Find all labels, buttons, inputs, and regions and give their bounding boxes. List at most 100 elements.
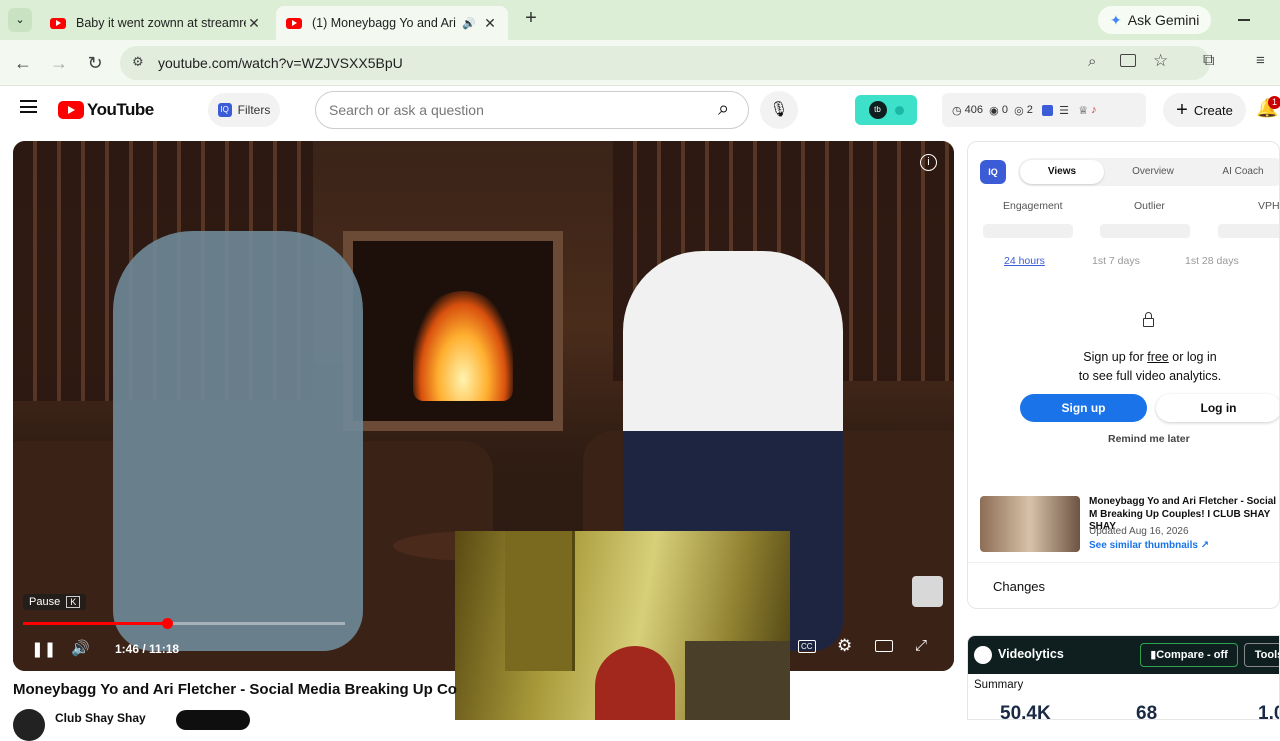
search-icon[interactable]: ⌕ [718,98,729,121]
panel-tabs: Views Overview AI Coach [1018,158,1279,186]
bookmark-star-icon[interactable]: ☆ [1153,51,1168,71]
progress-played [23,622,167,625]
summary-stat-3: 1.03 [1258,703,1279,720]
see-similar-label: See similar thumbnails [1089,540,1198,551]
summary-stat-2: 68 [1136,703,1158,720]
webcam-overlay [455,531,790,720]
compare-label: Compare - off [1156,649,1228,661]
voice-search-button[interactable]: 🎙 [760,91,798,129]
tab-moneybagg-yo[interactable]: (1) Moneybagg Yo and Ari F 🔊 ✕ [276,6,508,40]
period-28-days[interactable]: 1st 28 days [1185,255,1239,267]
search-box[interactable]: Search or ask a question ⌕ [315,91,749,129]
bell-alert-icon[interactable]: ♪ [1091,104,1097,116]
see-similar-link[interactable]: See similar thumbnails ↗ [1089,540,1209,551]
signup-free-link[interactable]: free [1147,350,1169,364]
subscribe-button[interactable] [176,710,250,730]
signup-text-b: or log in [1168,350,1217,364]
trophy-icon[interactable]: ♕ [1078,104,1088,117]
analytics-panel: IQ Views Overview AI Coach Engagement Ou… [967,141,1280,609]
list-tool-icon[interactable]: ☰ [1059,104,1069,117]
related-updated-date: Updated Aug 16, 2026 [1089,526,1189,537]
metric-vph-value [1218,224,1279,238]
fireplace [343,231,563,431]
pause-tooltip: Pause K [23,594,87,610]
install-app-icon[interactable] [1120,54,1136,67]
progress-bar[interactable] [23,618,345,629]
changes-section[interactable]: Changes [968,562,1279,608]
notification-count-badge: 1 [1268,96,1280,109]
iq-logo-icon: IQ [980,160,1006,184]
period-7-days[interactable]: 1st 7 days [1092,255,1140,267]
tab-views[interactable]: Views [1020,160,1104,184]
tab-overview[interactable]: Overview [1113,158,1193,186]
summary-stat-1: 50.4K [1000,703,1051,720]
youtube-masthead: YouTube IQ Filters Search or ask a quest… [0,86,1280,134]
zoom-icon[interactable]: ⌕ [1088,53,1096,70]
tab-search-chevron-icon[interactable]: ⌄ [8,8,32,32]
back-arrow-icon[interactable]: ← [11,51,35,75]
lock-icon [1143,318,1154,327]
pause-button[interactable]: ❚❚ [31,640,56,658]
metric-outlier-value [1100,224,1190,238]
info-icon[interactable]: i [920,154,937,171]
captions-icon[interactable]: CC [798,640,816,653]
site-info-icon[interactable]: ⚙ [132,54,144,70]
period-24-hours[interactable]: 24 hours [1004,255,1045,267]
compare-toggle-button[interactable]: ▮Compare - off [1140,643,1238,667]
speaker-icon[interactable]: 🔊 [462,17,476,30]
time-display: 1:46 / 11:18 [115,642,180,656]
extension-toggle[interactable]: tb [855,95,917,125]
youtube-wordmark: YouTube [87,100,154,119]
tools-button[interactable]: Tools [1244,643,1279,667]
views-count: 406 [964,104,984,116]
log-in-button[interactable]: Log in [1156,394,1279,422]
channel-watermark-icon[interactable] [912,576,943,607]
reload-icon[interactable]: ↻ [83,51,107,75]
hamburger-menu-icon[interactable] [20,100,37,113]
extensions-puzzle-icon[interactable]: ⧉ [1203,52,1214,70]
fullscreen-icon[interactable]: ⤢ [915,637,927,654]
tab-baby-it-went-zownn[interactable]: Baby it went zownn at streamre ✕ [40,6,272,40]
reading-list-icon[interactable]: ≡ [1256,52,1265,69]
tab-ai-coach[interactable]: AI Coach [1203,158,1279,186]
close-tab-icon[interactable]: ✕ [246,15,262,32]
videolytics-logo-icon [974,646,992,664]
filters-button[interactable]: IQ Filters [208,93,280,127]
ask-gemini-button[interactable]: ✦ Ask Gemini [1098,6,1212,34]
gemini-sparkle-icon: ✦ [1110,11,1122,28]
close-tab-icon[interactable]: ✕ [482,15,498,32]
video-title: Moneybagg Yo and Ari Fletcher - Social M… [13,681,457,698]
search-input[interactable]: Search or ask a question [329,102,484,118]
sign-up-button[interactable]: Sign up [1020,394,1147,422]
signup-message-line1: Sign up for free or log in [1040,350,1260,364]
theater-mode-icon[interactable] [875,640,893,652]
browser-toolbar: ← → ↻ ⚙ youtube.com/watch?v=WZJVSXX5BpU … [0,40,1280,86]
channel-avatar[interactable] [13,709,45,741]
address-bar[interactable]: ⚙ youtube.com/watch?v=WZJVSXX5BpU ⌕ ☆ [120,46,1210,80]
tab-title: Baby it went zownn at streamre [76,16,246,30]
ask-gemini-label: Ask Gemini [1127,12,1200,28]
minimize-window-icon[interactable] [1238,19,1250,21]
settings-gear-icon[interactable]: ⚙ [837,636,852,656]
create-label: Create [1193,102,1233,118]
webcam-person [595,646,675,720]
create-button[interactable]: + Create [1163,93,1246,127]
metric-outlier: Outlier [1134,200,1165,212]
iq-tool-icon[interactable] [1042,104,1054,116]
external-link-icon: ↗ [1200,540,1210,551]
tooltip-label: Pause [29,596,61,608]
videolytics-brand: Videolytics [998,647,1064,661]
forward-arrow-icon[interactable]: → [47,51,71,75]
remind-me-later-link[interactable]: Remind me later [1108,433,1190,445]
new-tab-button[interactable]: + [520,7,542,33]
volume-icon[interactable]: 🔊 [71,639,90,657]
related-thumbnail[interactable] [980,496,1080,552]
webcam-bed [685,641,790,720]
visible-count: 2 [1026,104,1033,116]
browser-tab-strip: ⌄ Baby it went zownn at streamre ✕ (1) M… [0,0,1280,40]
youtube-logo[interactable]: YouTube [58,100,154,120]
progress-scrubber[interactable] [162,618,173,629]
signup-message-line2: to see full video analytics. [1078,369,1222,383]
channel-name[interactable]: Club Shay Shay [55,711,146,725]
iq-badge-icon: IQ [217,103,232,117]
